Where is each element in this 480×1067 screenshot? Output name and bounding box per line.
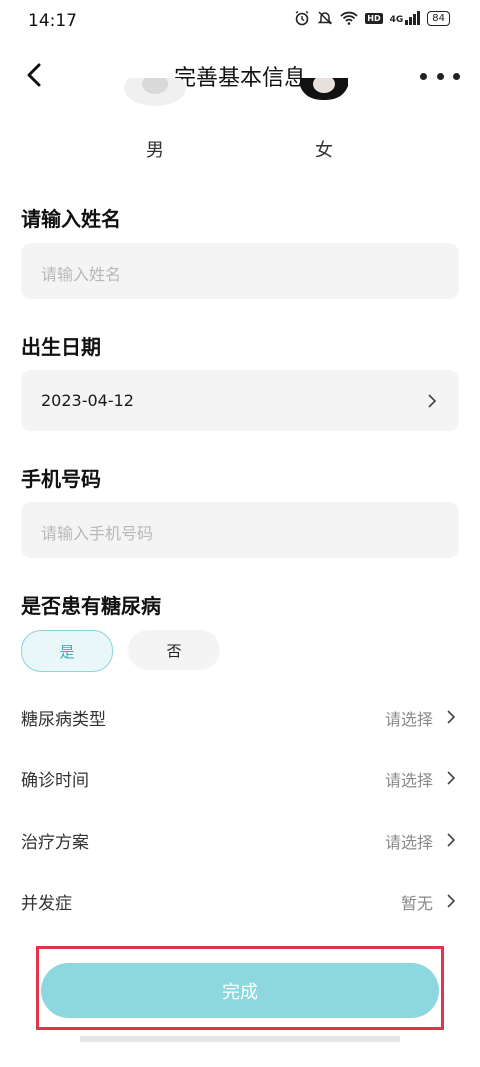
row-value: 暂无: [400, 894, 433, 913]
female-label[interactable]: 女: [315, 136, 333, 162]
row-label: 治疗方案: [21, 833, 89, 853]
done-button[interactable]: 完成: [41, 963, 439, 1018]
birth-date-value: 2023-04-12: [41, 391, 134, 410]
wifi-icon: [340, 11, 358, 25]
diabetes-yes-option[interactable]: 是: [21, 630, 113, 672]
phone-placeholder: 请输入手机号码: [41, 524, 154, 543]
chevron-right-icon: [447, 710, 456, 724]
row-value: 请选择: [384, 833, 433, 852]
row-value: 请选择: [384, 710, 433, 729]
phone-input[interactable]: 请输入手机号码: [21, 502, 459, 558]
birth-date-picker[interactable]: 2023-04-12: [21, 370, 459, 431]
more-button[interactable]: [420, 62, 460, 90]
mute-bell-icon: [317, 11, 333, 25]
page-title: 完善基本信息: [173, 66, 306, 91]
status-time: 14:17: [28, 11, 77, 31]
male-avatar[interactable]: [124, 78, 186, 126]
alarm-icon: [295, 10, 309, 26]
row-label: 糖尿病类型: [21, 710, 106, 730]
phone-section-label: 手机号码: [21, 467, 101, 491]
chevron-right-icon: [447, 833, 456, 847]
signal-icon: 4G: [390, 11, 421, 25]
bottom-navigation-bar: [80, 1036, 400, 1042]
row-label: 确诊时间: [21, 771, 89, 791]
row-label: 并发症: [21, 894, 72, 914]
status-icons: HD 4G 84: [294, 10, 450, 26]
diabetes-no-option[interactable]: 否: [128, 630, 220, 670]
more-dot-icon: [436, 72, 444, 80]
chevron-right-icon: [428, 394, 437, 408]
row-treatment-plan[interactable]: 治疗方案 请选择: [0, 818, 480, 862]
row-complications[interactable]: 并发症 暂无: [0, 879, 480, 923]
hd-badge: HD: [365, 12, 383, 24]
diabetes-section-label: 是否患有糖尿病: [21, 594, 161, 618]
more-dot-icon: [453, 72, 460, 80]
name-section-label: 请输入姓名: [21, 207, 121, 231]
row-diabetes-type[interactable]: 糖尿病类型 请选择: [0, 695, 480, 739]
row-diagnosis-time[interactable]: 确诊时间 请选择: [0, 756, 480, 800]
row-value: 请选择: [384, 771, 433, 790]
name-input[interactable]: 请输入姓名: [21, 243, 459, 299]
chevron-right-icon: [447, 771, 456, 785]
more-dot-icon: [420, 72, 427, 80]
name-placeholder: 请输入姓名: [41, 265, 122, 284]
female-avatar[interactable]: [298, 78, 350, 126]
male-label[interactable]: 男: [146, 136, 164, 162]
battery-indicator: 84: [427, 10, 450, 26]
birth-section-label: 出生日期: [21, 335, 101, 359]
chevron-right-icon: [447, 894, 456, 908]
status-bar: 14:17 HD 4G 84: [0, 0, 480, 42]
